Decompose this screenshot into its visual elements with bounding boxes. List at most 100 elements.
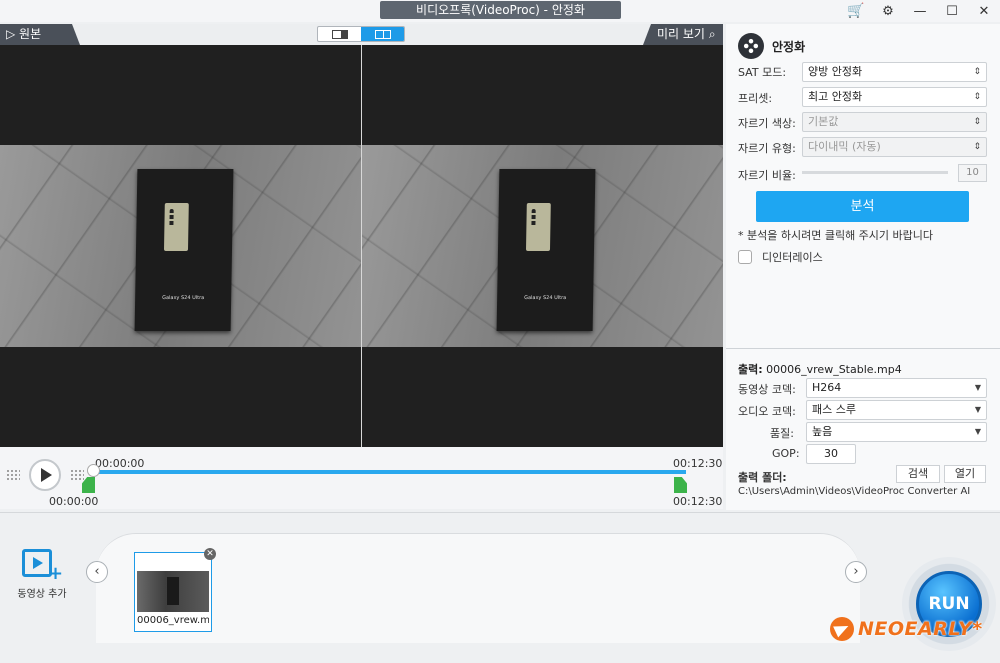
playhead-knob[interactable] [87,464,100,477]
thumbnail-filename: 00006_vrew.mp4 [137,615,209,626]
film-reel-icon [738,33,764,59]
gop-input[interactable]: 30 [806,444,856,464]
crop-color-row: 자르기 색상: [738,115,796,131]
video-codec-label: 동영상 코덱: [738,383,796,396]
split-divider[interactable] [361,45,362,447]
gear-icon[interactable]: ⚙ [872,0,904,22]
quality-select[interactable]: 높음 ▼ [806,422,987,442]
panel-divider [726,348,1000,349]
close-icon[interactable]: ✕ [968,0,1000,22]
original-frame: Galaxy S24 Ultra [0,145,361,347]
window-title: 비디오프록(VideoProc) - 안정화 [380,1,621,19]
add-video-button[interactable]: + 동영상 추가 [12,547,72,600]
app-window: 비디오프록(VideoProc) - 안정화 🛒 ⚙ — ☐ ✕ ▷ 원본 미리… [0,0,1000,663]
quality-value: 높음 [812,425,833,438]
crop-ratio-row: 자르기 비율: [738,167,796,183]
crop-type-value: 다이내믹 (자동) [808,140,881,153]
trim-end-handle[interactable] [674,477,687,493]
sat-mode-label: SAT 모드: [738,66,787,79]
end-time-top: 00:12:30 [673,457,723,470]
preset-select[interactable]: 최고 안정화 ⇕ [802,87,987,107]
search-icon: ⌕ [708,27,716,41]
video-preview-area: Galaxy S24 Ultra Galaxy S24 Ultra [0,45,723,447]
crop-ratio-slider[interactable] [802,171,948,174]
chevron-down-icon: ▼ [974,383,981,392]
quality-row: 품질: [770,425,794,441]
minimize-icon[interactable]: — [904,0,936,22]
box-label: Galaxy S24 Ultra [524,295,567,301]
chevron-down-icon: ▼ [974,427,981,436]
output-folder-label: 출력 폴더: [738,471,787,484]
stabilized-frame: Galaxy S24 Ultra [362,145,723,347]
split-view-button[interactable] [361,27,404,41]
gop-row: GOP: [772,447,800,460]
product-box: Galaxy S24 Ultra [134,169,234,331]
timeline: 00:00:00 00:12:30 00:00:00 00:12:30 [0,447,723,509]
sat-mode-select[interactable]: 양방 안정화 ⇕ [802,62,987,82]
audio-codec-select[interactable]: 패스 스루 ▼ [806,400,987,420]
phone-image [163,203,189,251]
sat-mode-value: 양방 안정화 [808,65,863,78]
settings-panel: 안정화 SAT 모드: 양방 안정화 ⇕ 프리셋: 최고 안정화 ⇕ 자르기 색… [726,24,1000,510]
single-view-button[interactable] [318,27,361,41]
video-codec-value: H264 [812,381,842,394]
video-codec-select[interactable]: H264 ▼ [806,378,987,398]
add-video-icon: + [22,547,64,584]
video-thumbnail[interactable]: 00006_vrew.mp4 ✕ [134,548,216,632]
chevron-down-icon: ▼ [974,405,981,414]
deinterlace-checkbox[interactable] [738,250,752,264]
output-label: 출력: [738,363,763,376]
crop-type-label: 자르기 유형: [738,142,796,155]
start-time: 00:00:00 [49,495,99,508]
preview-tab[interactable]: 미리 보기 ⌕ [643,24,723,45]
box-label: Galaxy S24 Ultra [162,295,205,301]
audio-codec-label: 오디오 코덱: [738,405,796,418]
watermark-text: NEOEARLY* [858,618,983,640]
original-tab[interactable]: ▷ 원본 [0,24,80,45]
open-folder-button[interactable]: 열기 [944,465,986,483]
watermark-logo-icon [830,617,854,641]
video-codec-row: 동영상 코덱: [738,381,796,397]
maximize-icon[interactable]: ☐ [936,0,968,22]
preset-row: 프리셋: [738,90,772,106]
scroll-right-button[interactable]: › [845,561,867,583]
current-time: 00:00:00 [95,457,145,470]
audio-codec-value: 패스 스루 [812,403,856,416]
updown-icon: ⇕ [973,117,981,127]
deinterlace-label: 디인터레이스 [762,251,823,264]
plus-icon: + [48,563,64,584]
crop-color-select[interactable]: 기본값 ⇕ [802,112,987,132]
quality-label: 품질: [770,427,794,440]
panel-title: 안정화 [738,32,805,60]
audio-codec-row: 오디오 코덱: [738,403,796,419]
analyze-button[interactable]: 분석 [756,191,969,222]
gop-label: GOP: [772,447,800,460]
single-view-icon [331,29,348,39]
remove-video-icon[interactable]: ✕ [204,548,216,560]
grip-handle[interactable] [70,469,84,481]
browse-button[interactable]: 검색 [896,465,940,483]
preset-value: 최고 안정화 [808,90,863,103]
panel-title-text: 안정화 [772,39,806,54]
crop-ratio-input[interactable]: 10 [958,164,987,182]
deinterlace-option[interactable]: 디인터레이스 [738,249,823,265]
thumbnail-image [137,571,209,612]
preset-label: 프리셋: [738,92,773,105]
preview-header: ▷ 원본 미리 보기 ⌕ [0,24,723,45]
crop-color-value: 기본값 [808,115,839,128]
scroll-left-button[interactable]: ‹ [86,561,108,583]
progress-track[interactable] [88,470,686,474]
window-controls: 🛒 ⚙ — ☐ ✕ [840,0,1000,22]
watermark: NEOEARLY* [830,617,983,641]
play-button[interactable] [29,459,61,491]
crop-ratio-label: 자르기 비율: [738,169,796,182]
end-time-bottom: 00:12:30 [673,495,723,508]
cart-icon[interactable]: 🛒 [840,0,872,22]
output-folder-row: 출력 폴더: [738,469,787,485]
output-filename: 출력: 00006_vrew_Stable.mp4 [738,361,902,377]
grip-handle-left[interactable] [6,469,20,481]
media-tray-area: + 동영상 추가 ‹ › 00006_vrew.mp4 ✕ RUN NEOEAR… [0,512,1000,663]
crop-type-select[interactable]: 다이내믹 (자동) ⇕ [802,137,987,157]
crop-type-row: 자르기 유형: [738,140,796,156]
analyze-note: * 분석을 하시려면 클릭해 주시기 바랍니다 [738,229,934,242]
